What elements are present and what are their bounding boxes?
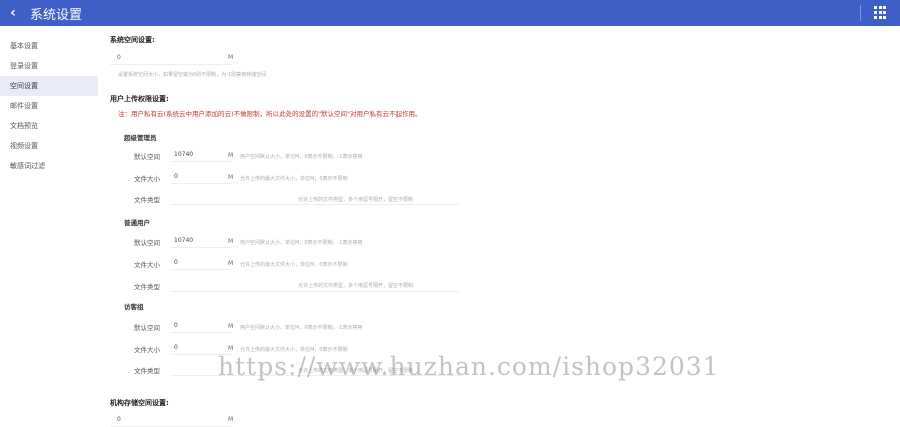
sidebar-item-basic[interactable]: 基本设置 bbox=[0, 36, 98, 56]
sidebar-item-space[interactable]: 空间设置 bbox=[0, 76, 98, 96]
group-title-guest: 访客组 bbox=[124, 303, 144, 311]
file-type-label: 文件类型 bbox=[134, 367, 160, 375]
chevron-left-icon[interactable]: ‹ bbox=[0, 0, 26, 26]
default-space-label: 默认空间 bbox=[134, 153, 160, 161]
grid-icon[interactable] bbox=[874, 6, 888, 20]
file-size-hint: 允许上传的最大文件大小，单位M，0表示不限制 bbox=[240, 262, 348, 268]
group-title-admin: 超级管理员 bbox=[124, 134, 157, 142]
file-type-hint: 允许上传的文件类型，多个用逗号隔开，留空不限制 bbox=[298, 283, 414, 289]
org-space-unit: M bbox=[228, 416, 234, 423]
divider bbox=[860, 5, 861, 21]
default-space-hint: 用户空间默认大小，单位M，0表示不限制，-1表示禁用 bbox=[240, 240, 363, 246]
file-size-unit: M bbox=[228, 174, 234, 181]
sidebar-item-video[interactable]: 视频设置 bbox=[0, 136, 98, 156]
file-type-label: 文件类型 bbox=[134, 196, 160, 204]
file-type-hint: 允许上传的文件类型，多个用逗号隔开，留空不限制 bbox=[298, 197, 414, 203]
org-space-input[interactable]: 0 bbox=[110, 413, 232, 427]
file-size-unit: M bbox=[228, 345, 234, 352]
file-size-unit: M bbox=[228, 260, 234, 267]
default-space-hint: 用户空间默认大小，单位M，0表示不限制，-1表示禁用 bbox=[240, 154, 363, 160]
user-permission-title: 用户上传权限设置: bbox=[110, 95, 169, 103]
file-size-label: 文件大小 bbox=[134, 175, 160, 183]
top-bar: ‹ 系统设置 bbox=[0, 0, 900, 26]
file-size-input[interactable]: 0 bbox=[170, 341, 232, 355]
default-space-unit: M bbox=[228, 152, 234, 159]
default-space-input[interactable]: 10740 bbox=[170, 234, 232, 248]
user-permission-warning: 注：用户私有云(系统云中用户添加的云)不做限制，所以此处的设置的"默认空间"对用… bbox=[118, 110, 422, 118]
system-space-unit: M bbox=[228, 54, 234, 61]
file-size-label: 文件大小 bbox=[134, 346, 160, 354]
default-space-input[interactable]: 10740 bbox=[170, 148, 232, 162]
sidebar-item-sensitive-words[interactable]: 敏感词过滤 bbox=[0, 156, 98, 176]
file-size-input[interactable]: 0 bbox=[170, 170, 232, 184]
sidebar-item-email[interactable]: 邮件设置 bbox=[0, 96, 98, 116]
sidebar-item-login[interactable]: 登录设置 bbox=[0, 56, 98, 76]
file-size-hint: 允许上传的最大文件大小，单位M，0表示不限制 bbox=[240, 176, 348, 182]
file-size-input[interactable]: 0 bbox=[170, 256, 232, 270]
sidebar-item-doc-preview[interactable]: 文档预览 bbox=[0, 116, 98, 136]
default-space-label: 默认空间 bbox=[134, 324, 160, 332]
default-space-unit: M bbox=[228, 323, 234, 330]
file-type-hint: 允许上传的文件类型，多个用逗号隔开，留空不限制 bbox=[298, 368, 414, 374]
default-space-unit: M bbox=[228, 238, 234, 245]
default-space-input[interactable]: 0 bbox=[170, 319, 232, 333]
file-type-label: 文件类型 bbox=[134, 283, 160, 291]
file-size-hint: 允许上传的最大文件大小，单位M，0表示不限制 bbox=[240, 347, 348, 353]
default-space-label: 默认空间 bbox=[134, 239, 160, 247]
page-title: 系统设置 bbox=[30, 7, 83, 23]
group-title-normal: 普通用户 bbox=[124, 219, 150, 227]
system-space-input[interactable]: 0 bbox=[110, 51, 232, 65]
sidebar: 基本设置 登录设置 空间设置 邮件设置 文档预览 视频设置 敏感词过滤 bbox=[0, 26, 98, 427]
file-size-label: 文件大小 bbox=[134, 261, 160, 269]
org-space-title: 机构存储空间设置: bbox=[110, 399, 169, 407]
default-space-hint: 用户空间默认大小，单位M，0表示不限制，-1表示禁用 bbox=[240, 325, 363, 331]
system-space-hint: 设置系统空间大小，如果留空或为0则不限制，为-1则禁用存储空间 bbox=[118, 72, 267, 78]
system-space-title: 系统空间设置: bbox=[110, 36, 155, 44]
main-content: 系统空间设置: 0 M 设置系统空间大小，如果留空或为0则不限制，为-1则禁用存… bbox=[110, 26, 890, 427]
